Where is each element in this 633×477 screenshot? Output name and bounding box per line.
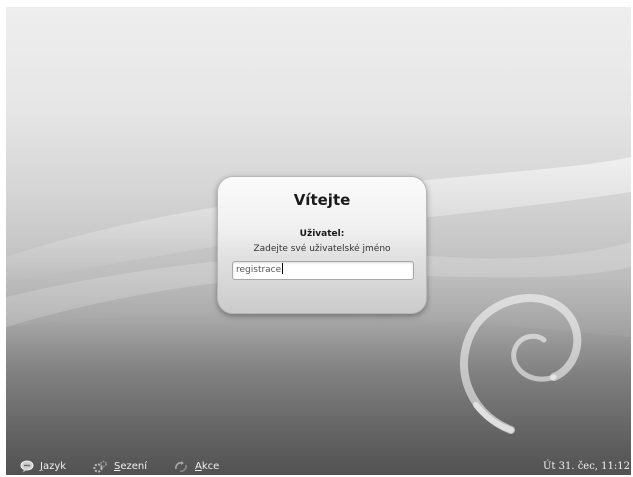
welcome-title: Vítejte bbox=[293, 191, 351, 209]
actions-arrows-icon bbox=[175, 460, 187, 472]
session-label: Sezení bbox=[114, 461, 147, 472]
session-label-rest: ezení bbox=[120, 460, 148, 472]
session-gear-icon bbox=[93, 460, 107, 473]
login-screen: Vítejte Uživatel: Zadejte své uživatelsk… bbox=[6, 7, 631, 475]
login-dialog: Vítejte Uživatel: Zadejte své uživatelsk… bbox=[217, 176, 427, 314]
actions-menu-button[interactable]: Akce bbox=[173, 459, 219, 473]
session-menu-button[interactable]: Sezení bbox=[92, 459, 147, 473]
language-menu-button[interactable]: Jazyk bbox=[20, 459, 66, 473]
bottom-panel: Jazyk Sezení Akce Út 31. čec, 11:12 bbox=[6, 458, 631, 475]
language-label-rest: azyk bbox=[42, 460, 67, 472]
actions-label: Akce bbox=[195, 461, 219, 472]
username-prompt: Zadejte své uživatelské jméno bbox=[253, 244, 391, 254]
text-caret bbox=[282, 263, 284, 274]
user-label: Uživatel: bbox=[299, 229, 345, 239]
actions-label-rest: kce bbox=[201, 460, 220, 472]
language-label: Jazyk bbox=[40, 461, 66, 472]
actions-mnemonic: A bbox=[195, 460, 202, 472]
language-bubble-icon bbox=[20, 460, 34, 472]
username-input[interactable]: registrace bbox=[232, 261, 414, 280]
clock: Út 31. čec, 11:12 bbox=[542, 461, 630, 472]
username-value: registrace bbox=[236, 265, 282, 275]
